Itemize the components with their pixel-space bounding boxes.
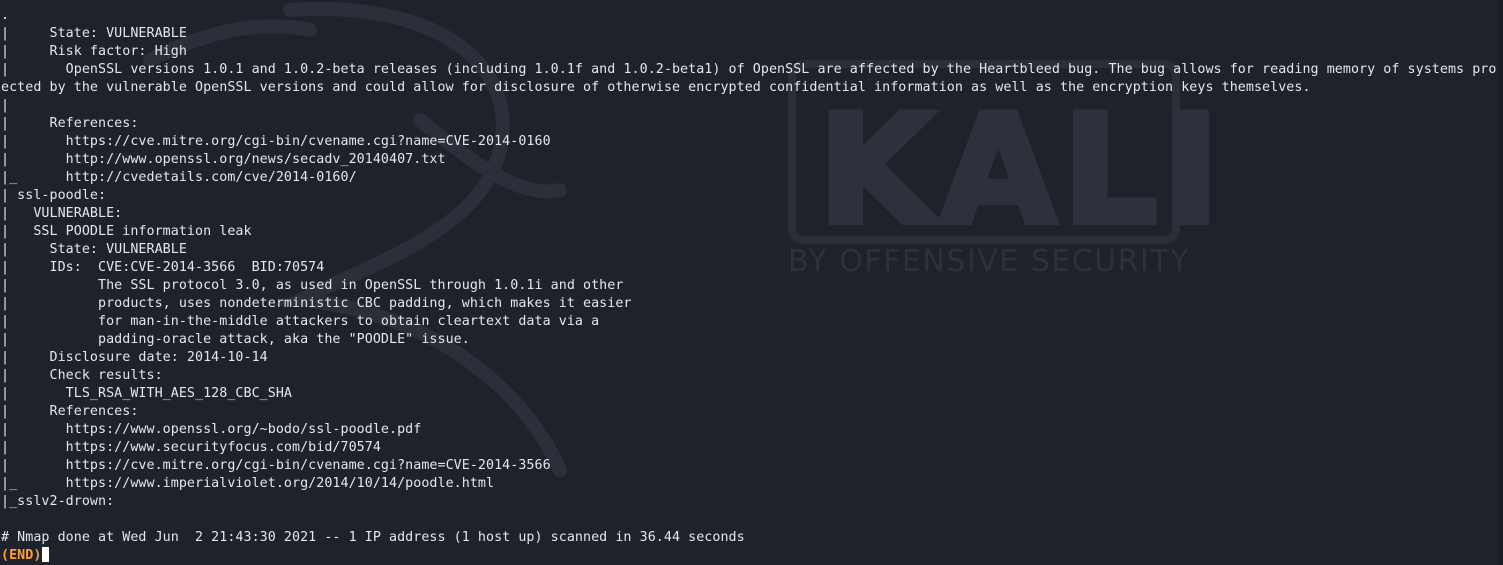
output-line: | https://cve.mitre.org/cgi-bin/cvename.… bbox=[1, 458, 551, 473]
scrollbar[interactable] bbox=[1497, 0, 1503, 565]
output-line: | References: bbox=[1, 404, 139, 419]
output-line: | OpenSSL versions 1.0.1 and 1.0.2-beta … bbox=[1, 62, 1503, 77]
output-line: | https://cve.mitre.org/cgi-bin/cvename.… bbox=[1, 134, 551, 149]
text-cursor bbox=[42, 547, 50, 562]
output-line: . bbox=[1, 8, 10, 23]
output-line: | VULNERABLE: bbox=[1, 206, 123, 221]
output-line: | State: VULNERABLE bbox=[1, 242, 187, 257]
output-line: | Check results: bbox=[1, 368, 163, 383]
output-line: | bbox=[1, 98, 10, 113]
output-line: | https://www.securityfocus.com/bid/7057… bbox=[1, 440, 381, 455]
output-line: ected by the vulnerable OpenSSL versions… bbox=[1, 80, 1311, 95]
output-line: | Disclosure date: 2014-10-14 bbox=[1, 350, 268, 365]
output-line: # Nmap done at Wed Jun 2 21:43:30 2021 -… bbox=[1, 530, 745, 545]
output-line: | https://www.openssl.org/~bodo/ssl-pood… bbox=[1, 422, 422, 437]
output-line: | The SSL protocol 3.0, as used in OpenS… bbox=[1, 278, 624, 293]
output-line: | Risk factor: High bbox=[1, 44, 187, 59]
output-line: | padding-oracle attack, aka the "POODLE… bbox=[1, 332, 470, 347]
terminal-output: . | State: VULNERABLE | Risk factor: Hig… bbox=[1, 7, 1503, 565]
output-line: | State: VULNERABLE bbox=[1, 26, 187, 41]
output-line: | References: bbox=[1, 116, 139, 131]
output-line: |_ http://cvedetails.com/cve/2014-0160/ bbox=[1, 170, 357, 185]
output-line: | IDs: CVE:CVE-2014-3566 BID:70574 bbox=[1, 260, 325, 275]
output-line: |_ https://www.imperialviolet.org/2014/1… bbox=[1, 476, 495, 491]
terminal-window[interactable]: KALI BY OFFENSIVE SECURITY . | State: VU… bbox=[0, 0, 1503, 565]
pager-prompt-line[interactable]: (END) bbox=[1, 547, 1503, 565]
output-line: | SSL POODLE information leak bbox=[1, 224, 252, 239]
output-line: | TLS_RSA_WITH_AES_128_CBC_SHA bbox=[1, 386, 293, 401]
pager-end-prompt: (END) bbox=[1, 548, 42, 563]
output-line: | ssl-poodle: bbox=[1, 188, 107, 203]
output-line: | products, uses nondeterministic CBC pa… bbox=[1, 296, 632, 311]
output-line: | for man-in-the-middle attackers to obt… bbox=[1, 314, 600, 329]
output-line: | http://www.openssl.org/news/secadv_201… bbox=[1, 152, 446, 167]
output-line: |_sslv2-drown: bbox=[1, 494, 115, 509]
